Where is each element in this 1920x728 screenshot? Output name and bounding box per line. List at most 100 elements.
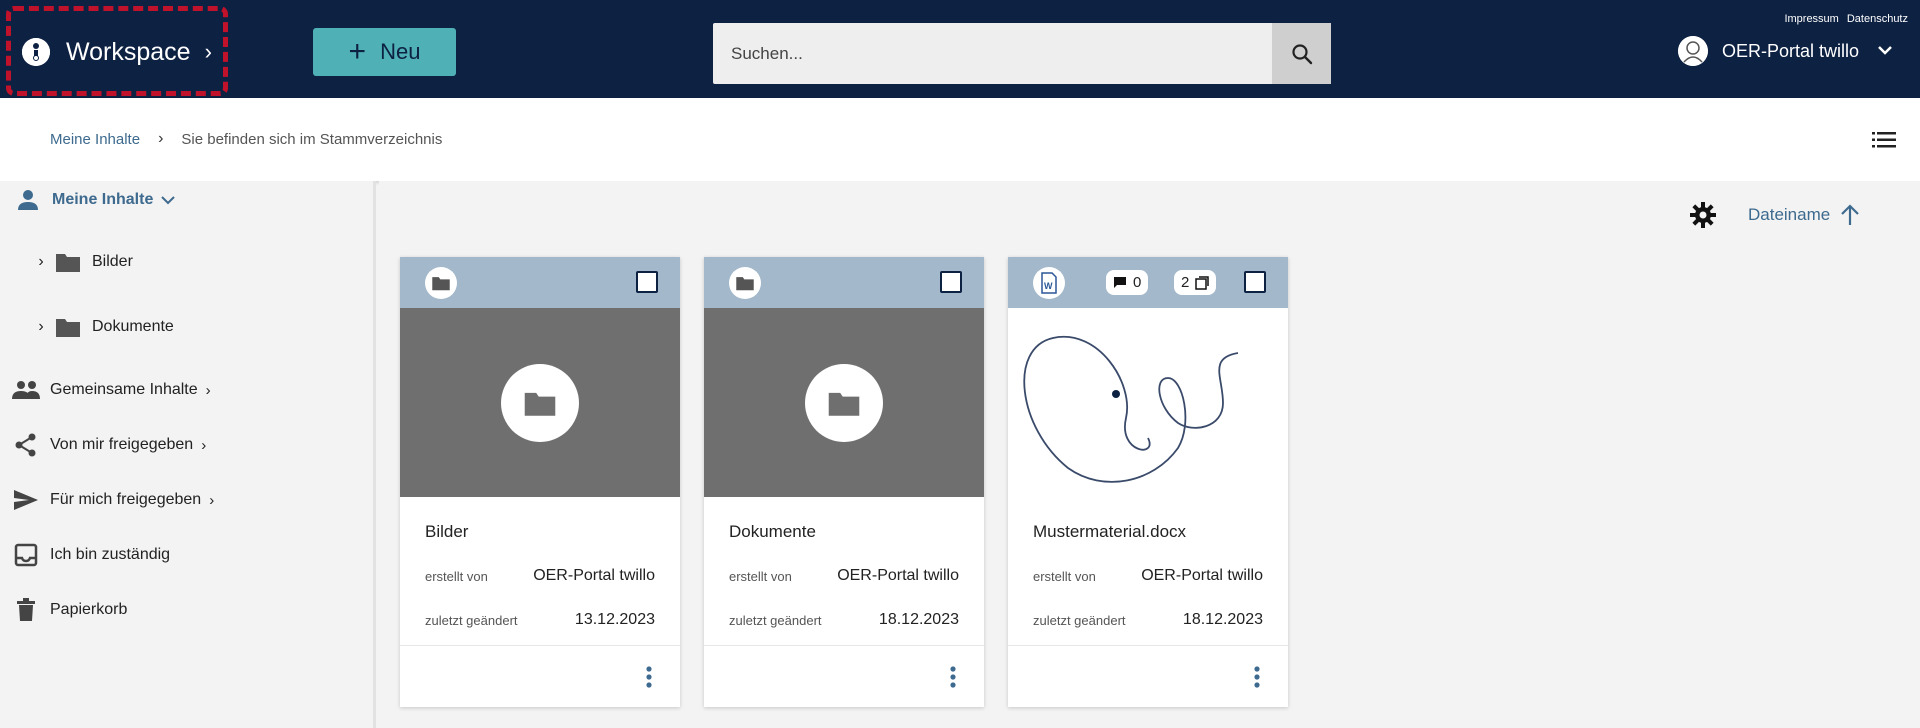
sidebar-item-von-mir-freigegeben[interactable]: Von mir freigegeben › [12,433,206,457]
new-button-label: Neu [380,39,421,64]
datenschutz-link[interactable]: Datenschutz [1847,13,1908,25]
chevron-down-icon [161,192,176,209]
card-preview [400,308,680,497]
comments-badge[interactable]: 0 [1106,270,1149,295]
card-preview [704,308,984,497]
comment-icon [1114,277,1126,288]
sidebar-item-label: Dokumente [92,318,174,335]
send-icon [12,488,40,512]
chevron-right-icon: › [204,39,212,64]
user-name: OER-Portal twillo [1722,40,1860,61]
chevron-right-icon: › [201,436,207,454]
folder-icon [729,267,761,299]
meta-label: erstellt von [729,568,792,584]
sidebar-item-ich-bin-zustaendig[interactable]: Ich bin zuständig [12,543,170,567]
chevron-right-icon: › [209,491,215,509]
breadcrumb: Meine Inhalte › Sie befinden sich im Sta… [50,130,442,148]
new-button[interactable]: + Neu [313,28,456,76]
card-meta-modified: zuletzt geändert 18.12.2023 [729,611,959,629]
avatar [1678,36,1708,66]
sidebar-item-fuer-mich-freigegeben[interactable]: Für mich freigegeben › [12,488,214,512]
meta-label: zuletzt geändert [425,612,518,628]
sidebar-item-label: Für mich freigegeben [50,491,202,508]
versions-badge[interactable]: 2 [1174,270,1217,295]
sidebar-item-label: Von mir freigegeben [50,436,194,453]
workspace-menu-button[interactable]: Workspace › [22,22,212,82]
group-icon [12,378,40,402]
sort-label: Dateiname [1748,205,1831,224]
top-bar: Workspace › + Neu Impressum Datenschutz … [0,0,1920,98]
arrow-up-icon [1841,204,1859,225]
folder-icon [425,267,457,299]
sidebar-item-label: Ich bin zuständig [50,546,171,563]
workspace-label: Workspace [66,37,191,66]
card-footer [400,645,680,707]
chevron-down-icon [1877,42,1893,60]
meta-label: zuletzt geändert [729,612,822,628]
sidebar: Meine Inhalte › Bilder › Dokumente Gemei… [0,181,376,728]
chevron-right-icon: › [158,130,164,147]
card-bilder[interactable]: Bilder erstellt von OER-Portal twillo zu… [400,257,680,707]
inbox-icon [12,543,40,567]
meta-label: erstellt von [1033,568,1096,584]
select-checkbox[interactable] [1244,271,1266,293]
more-options-icon[interactable] [1254,666,1260,688]
meta-value: OER-Portal twillo [533,567,655,584]
meta-value: OER-Portal twillo [1141,567,1263,584]
sidebar-item-label: Bilder [92,253,133,270]
document-thumbnail [1023,335,1239,483]
card-mustermaterial[interactable]: W 0 2 Mustermaterial.docx erstellt von O… [1008,257,1288,707]
user-menu[interactable]: OER-Portal twillo [1678,36,1893,66]
sidebar-item-label: Gemeinsame Inhalte [50,381,198,398]
card-header [400,257,680,308]
meta-value: 18.12.2023 [1182,611,1263,628]
breadcrumb-bar: Meine Inhalte › Sie befinden sich im Sta… [0,98,1920,181]
workspace-info-icon [22,38,50,66]
folder-icon [805,363,883,442]
sidebar-item-dokumente[interactable]: › Dokumente [34,315,174,339]
card-meta-created: erstellt von OER-Portal twillo [729,567,959,585]
search-button[interactable] [1272,23,1331,84]
meta-label: zuletzt geändert [1033,612,1126,628]
folder-icon [54,250,82,274]
trash-icon [12,598,40,622]
sidebar-item-meine-inhalte[interactable]: Meine Inhalte [14,188,176,212]
breadcrumb-current: Sie befinden sich im Stammverzeichnis [181,130,443,148]
select-checkbox[interactable] [940,271,962,293]
chevron-right-icon: › [38,253,44,270]
card-meta-created: erstellt von OER-Portal twillo [425,567,655,585]
card-header [704,257,984,308]
card-title[interactable]: Mustermaterial.docx [1033,522,1186,542]
card-title[interactable]: Bilder [425,522,468,542]
sidebar-item-papierkorb[interactable]: Papierkorb [12,598,127,622]
card-preview [1008,308,1288,497]
card-title[interactable]: Dokumente [729,522,816,542]
sidebar-item-bilder[interactable]: › Bilder [34,250,133,274]
card-meta-modified: zuletzt geändert 13.12.2023 [425,611,655,629]
card-footer [1008,645,1288,707]
legal-links: Impressum Datenschutz [1784,13,1908,25]
card-dokumente[interactable]: Dokumente erstellt von OER-Portal twillo… [704,257,984,707]
list-view-icon[interactable] [1872,132,1896,148]
search-input[interactable] [713,23,1272,84]
versions-count: 2 [1181,274,1190,291]
plus-icon: + [348,35,367,68]
gear-icon[interactable] [1690,202,1716,228]
sort-button[interactable]: Dateiname [1748,204,1860,226]
impressum-link[interactable]: Impressum [1784,13,1838,25]
share-icon [12,433,40,457]
folder-icon [54,315,82,339]
more-options-icon[interactable] [950,666,956,688]
sidebar-item-gemeinsame-inhalte[interactable]: Gemeinsame Inhalte › [12,378,211,402]
card-footer [704,645,984,707]
svg-text:W: W [1044,281,1053,291]
search-icon [1291,43,1312,64]
meta-value: 18.12.2023 [878,611,959,628]
person-icon [14,188,42,212]
comments-count: 0 [1133,274,1142,291]
word-document-icon: W [1033,267,1065,299]
more-options-icon[interactable] [646,666,652,688]
breadcrumb-home[interactable]: Meine Inhalte [50,131,140,148]
sidebar-item-label: Papierkorb [50,601,128,618]
select-checkbox[interactable] [636,271,658,293]
